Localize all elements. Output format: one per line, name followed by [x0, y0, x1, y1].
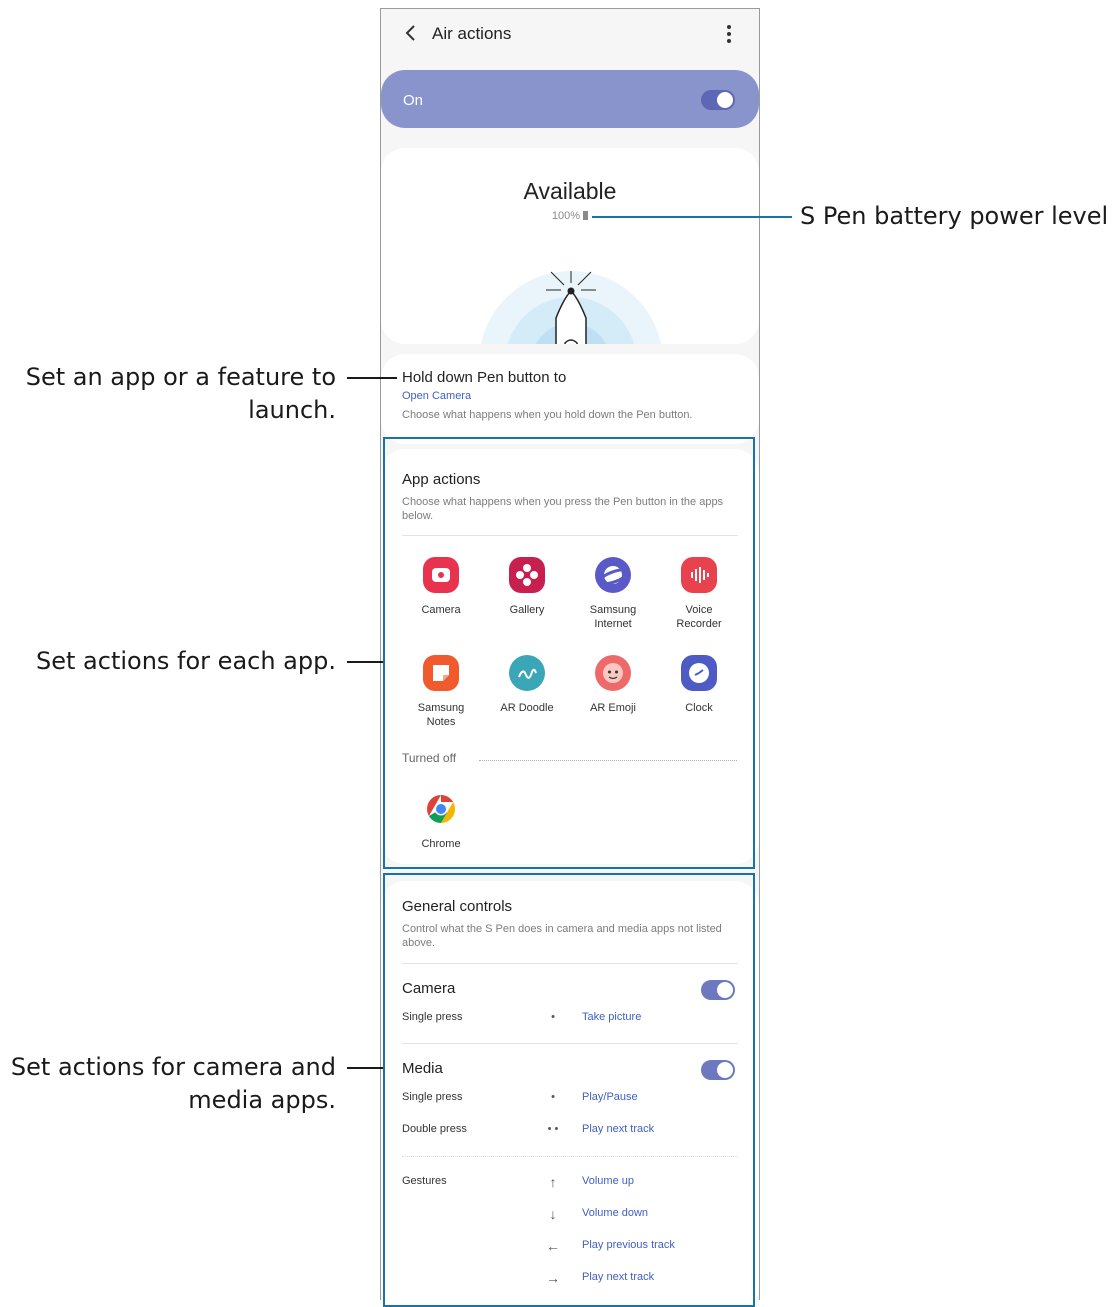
apps-annotation: Set actions for each app.	[36, 647, 336, 675]
general-callout-line	[347, 1067, 383, 1069]
hold-down-description: Choose what happens when you hold down t…	[402, 409, 693, 421]
page-title: Air actions	[432, 24, 512, 43]
apps-callout-line	[347, 661, 383, 663]
general-controls-highlight	[383, 873, 755, 1307]
hold-callout-line	[347, 377, 397, 379]
app-bar: Air actions	[381, 9, 759, 61]
master-switch-label: On	[403, 92, 424, 109]
pen-status-card: Available 100%	[381, 148, 759, 344]
hold-down-title: Hold down Pen button to	[402, 369, 567, 386]
master-switch-bar[interactable]: On	[381, 70, 759, 128]
master-switch-toggle[interactable]	[701, 90, 735, 110]
battery-callout-line	[592, 216, 792, 218]
battery-annotation: S Pen battery power level	[800, 202, 1109, 230]
hold-down-setting[interactable]: Hold down Pen button to Open Camera Choo…	[381, 354, 759, 444]
hold-annotation: Set an app or a feature to launch.	[25, 363, 336, 424]
back-arrow-icon[interactable]	[399, 21, 421, 45]
general-annotation: Set actions for camera and media apps.	[10, 1053, 336, 1114]
more-options-icon[interactable]	[721, 23, 737, 45]
hold-down-value: Open Camera	[402, 390, 472, 402]
app-actions-highlight	[383, 437, 755, 869]
pen-status-text: Available	[523, 178, 617, 204]
s-pen-illustration-icon	[481, 271, 661, 344]
battery-icon	[583, 211, 589, 220]
